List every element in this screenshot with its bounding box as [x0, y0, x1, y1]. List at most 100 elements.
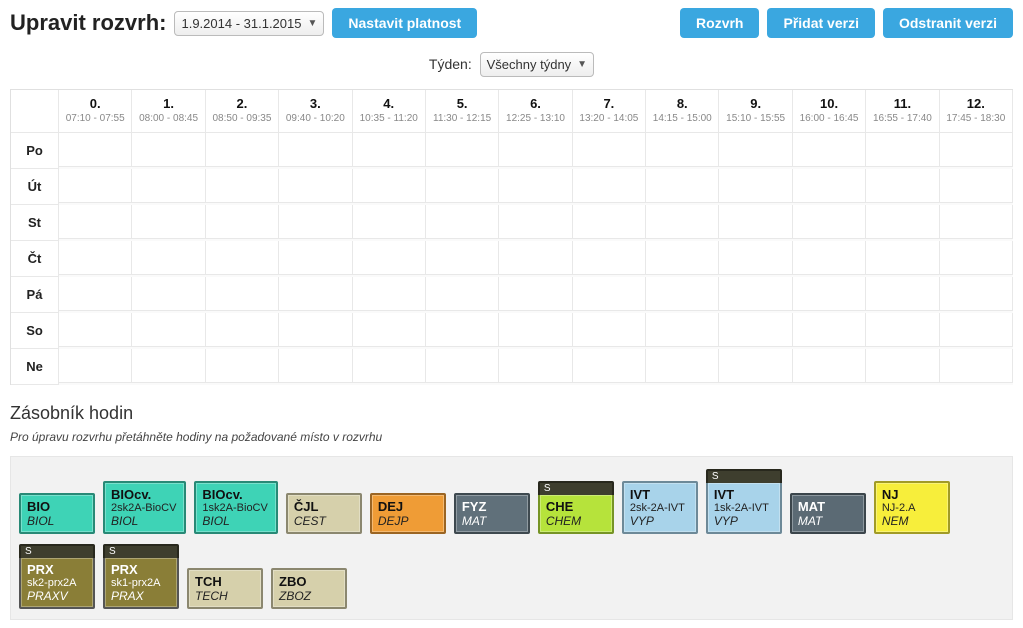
timetable-cell[interactable]: [719, 133, 792, 167]
timetable-cell[interactable]: [206, 133, 279, 167]
timetable-cell[interactable]: [206, 169, 279, 203]
lesson-block[interactable]: BIOcv.2sk2A-BioCVBIOL: [103, 481, 186, 534]
timetable-cell[interactable]: [940, 349, 1013, 383]
timetable-cell[interactable]: [132, 205, 205, 239]
date-range-select[interactable]: 1.9.2014 - 31.1.2015 ▼: [174, 11, 324, 36]
week-select[interactable]: Všechny týdny ▼: [480, 52, 594, 77]
timetable-cell[interactable]: [279, 277, 352, 311]
timetable-cell[interactable]: [793, 313, 866, 347]
timetable-cell[interactable]: [353, 349, 426, 383]
timetable-cell[interactable]: [206, 277, 279, 311]
timetable-cell[interactable]: [793, 277, 866, 311]
timetable-cell[interactable]: [940, 133, 1013, 167]
set-validity-button[interactable]: Nastavit platnost: [332, 8, 477, 38]
timetable-cell[interactable]: [793, 241, 866, 275]
timetable-cell[interactable]: [866, 277, 939, 311]
timetable-cell[interactable]: [646, 241, 719, 275]
timetable-cell[interactable]: [59, 277, 132, 311]
timetable-cell[interactable]: [279, 241, 352, 275]
timetable-cell[interactable]: [206, 241, 279, 275]
lesson-block[interactable]: SCHECHEM: [538, 493, 614, 534]
timetable-cell[interactable]: [426, 241, 499, 275]
timetable-cell[interactable]: [866, 349, 939, 383]
remove-version-button[interactable]: Odstranit verzi: [883, 8, 1013, 38]
timetable-cell[interactable]: [132, 133, 205, 167]
timetable-cell[interactable]: [132, 241, 205, 275]
timetable-cell[interactable]: [426, 277, 499, 311]
lesson-block[interactable]: SPRXsk2-prx2APRAXV: [19, 556, 95, 609]
timetable-cell[interactable]: [940, 241, 1013, 275]
lesson-block[interactable]: FYZMAT: [454, 493, 530, 534]
timetable-cell[interactable]: [866, 133, 939, 167]
timetable-cell[interactable]: [646, 169, 719, 203]
lesson-block[interactable]: DEJDEJP: [370, 493, 446, 534]
lesson-block[interactable]: TCHTECH: [187, 568, 263, 609]
timetable-cell[interactable]: [499, 169, 572, 203]
timetable-cell[interactable]: [646, 313, 719, 347]
timetable-cell[interactable]: [132, 313, 205, 347]
timetable-grid[interactable]: 0.07:10 - 07:551.08:00 - 08:452.08:50 - …: [10, 89, 1013, 385]
timetable-cell[interactable]: [719, 313, 792, 347]
timetable-cell[interactable]: [206, 349, 279, 383]
timetable-cell[interactable]: [499, 277, 572, 311]
timetable-cell[interactable]: [279, 349, 352, 383]
timetable-cell[interactable]: [499, 205, 572, 239]
timetable-cell[interactable]: [866, 169, 939, 203]
timetable-cell[interactable]: [353, 133, 426, 167]
lesson-block[interactable]: NJNJ-2.ANEM: [874, 481, 950, 534]
timetable-cell[interactable]: [866, 205, 939, 239]
timetable-cell[interactable]: [132, 169, 205, 203]
timetable-cell[interactable]: [719, 349, 792, 383]
timetable-cell[interactable]: [573, 133, 646, 167]
timetable-cell[interactable]: [353, 169, 426, 203]
timetable-cell[interactable]: [279, 133, 352, 167]
schedule-button[interactable]: Rozvrh: [680, 8, 759, 38]
timetable-cell[interactable]: [793, 205, 866, 239]
timetable-cell[interactable]: [59, 349, 132, 383]
lesson-block[interactable]: ZBOZBOZ: [271, 568, 347, 609]
timetable-cell[interactable]: [132, 349, 205, 383]
timetable-cell[interactable]: [573, 241, 646, 275]
timetable-cell[interactable]: [793, 169, 866, 203]
timetable-cell[interactable]: [279, 205, 352, 239]
timetable-cell[interactable]: [59, 169, 132, 203]
timetable-cell[interactable]: [646, 349, 719, 383]
timetable-cell[interactable]: [719, 277, 792, 311]
timetable-cell[interactable]: [353, 277, 426, 311]
timetable-cell[interactable]: [940, 277, 1013, 311]
timetable-cell[interactable]: [279, 313, 352, 347]
add-version-button[interactable]: Přidat verzi: [767, 8, 874, 38]
timetable-cell[interactable]: [426, 205, 499, 239]
lesson-block[interactable]: ČJLCEST: [286, 493, 362, 534]
timetable-cell[interactable]: [59, 241, 132, 275]
timetable-cell[interactable]: [59, 313, 132, 347]
timetable-cell[interactable]: [426, 313, 499, 347]
timetable-cell[interactable]: [866, 313, 939, 347]
timetable-cell[interactable]: [573, 205, 646, 239]
timetable-cell[interactable]: [719, 241, 792, 275]
timetable-cell[interactable]: [353, 241, 426, 275]
timetable-cell[interactable]: [573, 349, 646, 383]
lesson-block[interactable]: BIOBIOL: [19, 493, 95, 534]
timetable-cell[interactable]: [573, 313, 646, 347]
timetable-cell[interactable]: [499, 133, 572, 167]
timetable-cell[interactable]: [59, 205, 132, 239]
timetable-cell[interactable]: [793, 133, 866, 167]
lesson-block[interactable]: IVT2sk-2A-IVTVYP: [622, 481, 698, 534]
timetable-cell[interactable]: [426, 349, 499, 383]
timetable-cell[interactable]: [499, 349, 572, 383]
timetable-cell[interactable]: [866, 241, 939, 275]
timetable-cell[interactable]: [206, 205, 279, 239]
lesson-block[interactable]: SIVT1sk-2A-IVTVYP: [706, 481, 782, 534]
timetable-cell[interactable]: [499, 241, 572, 275]
timetable-cell[interactable]: [646, 133, 719, 167]
timetable-cell[interactable]: [719, 205, 792, 239]
timetable-cell[interactable]: [573, 277, 646, 311]
timetable-cell[interactable]: [353, 313, 426, 347]
lesson-block[interactable]: MATMAT: [790, 493, 866, 534]
timetable-cell[interactable]: [206, 313, 279, 347]
timetable-cell[interactable]: [573, 169, 646, 203]
lesson-block[interactable]: BIOcv.1sk2A-BioCVBIOL: [194, 481, 277, 534]
timetable-cell[interactable]: [59, 133, 132, 167]
timetable-cell[interactable]: [279, 169, 352, 203]
